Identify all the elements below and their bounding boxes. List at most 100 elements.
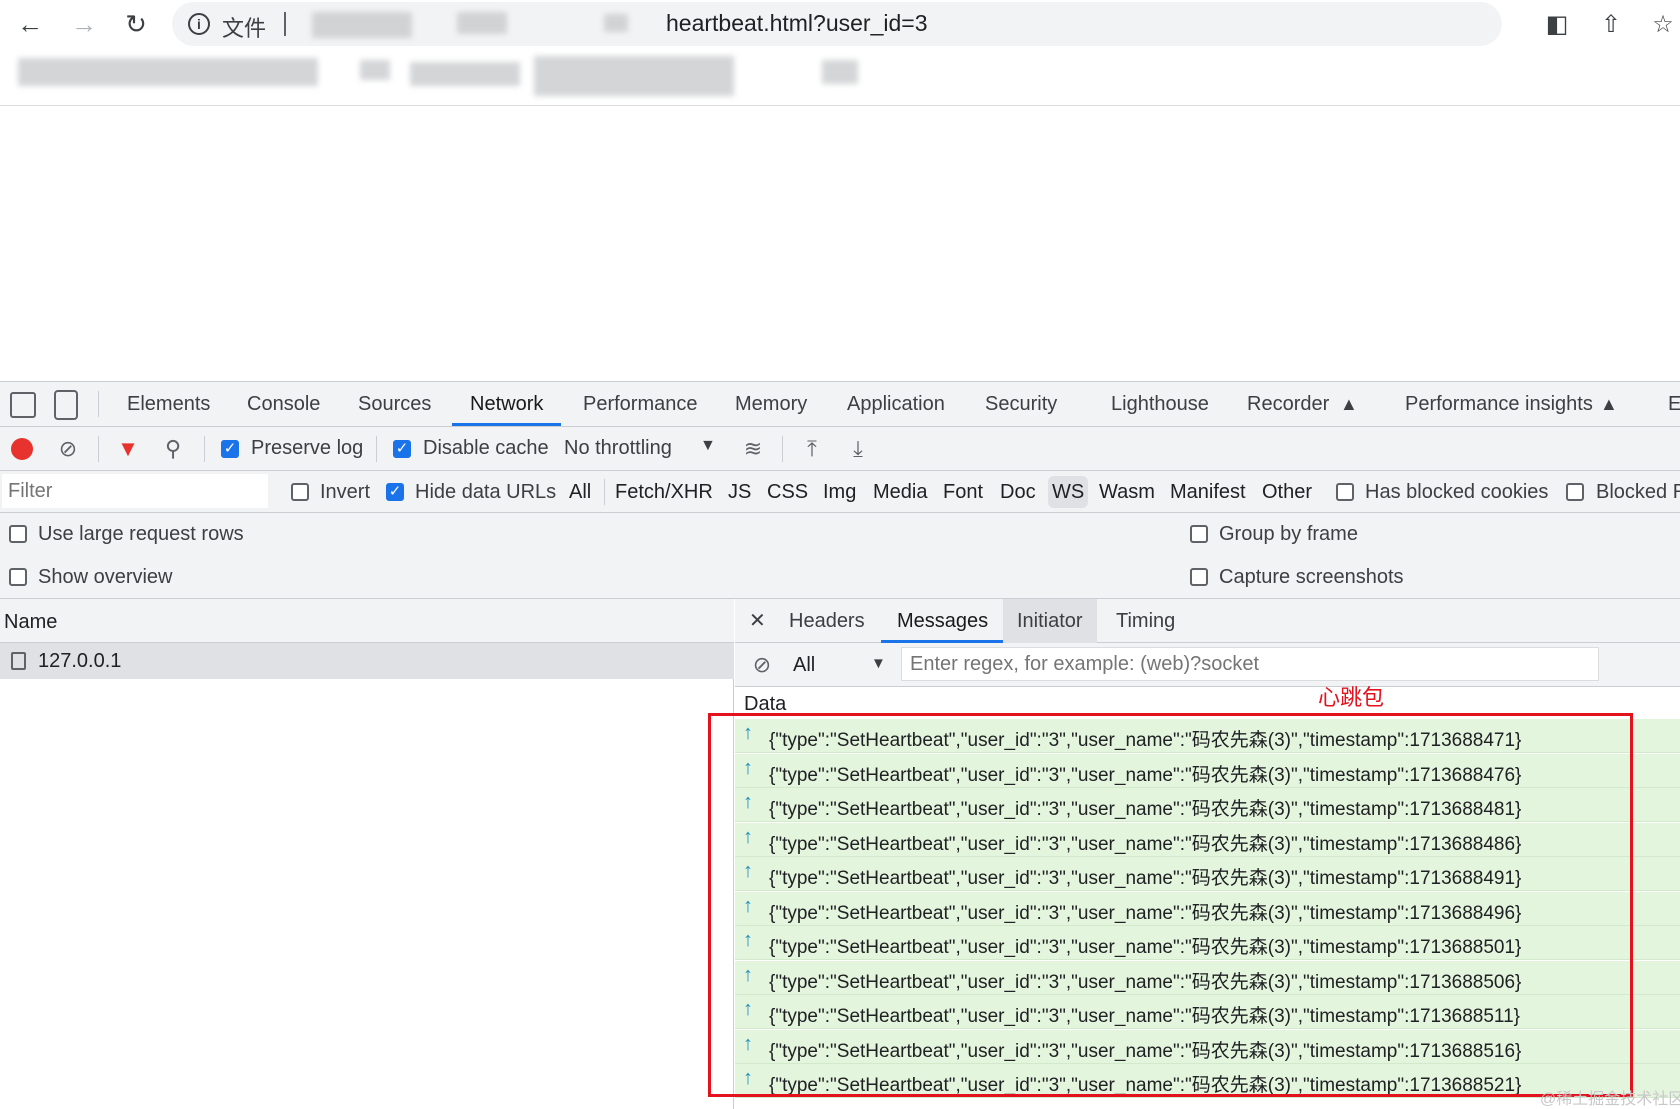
filter-input[interactable] — [2, 474, 268, 508]
toolbar-divider — [98, 436, 99, 462]
message-text: {"type":"SetHeartbeat","user_id":"3","us… — [769, 1006, 1520, 1027]
group-by-frame-checkbox[interactable] — [1190, 525, 1208, 543]
file-scheme-label: 文件 — [222, 16, 267, 41]
message-row[interactable]: ↑ {"type":"SetHeartbeat","user_id":"3","u… — [735, 788, 1680, 822]
detail-tab-bar: ✕ Headers Messages Initiator Timing — [735, 599, 1680, 643]
address-bar[interactable]: i 文件 heartbeat.html?user_id=3 — [172, 2, 1502, 46]
device-toolbar-icon[interactable] — [54, 390, 78, 420]
record-icon[interactable] — [11, 438, 33, 460]
filter-type-img[interactable]: Img — [823, 471, 856, 513]
message-row[interactable]: ↑ {"type":"SetHeartbeat","user_id":"3","u… — [735, 1029, 1680, 1064]
inspect-element-icon[interactable] — [10, 392, 36, 418]
share-icon[interactable]: ⇧ — [1594, 8, 1628, 42]
filter-type-other[interactable]: Other — [1262, 471, 1312, 513]
redacted-bookmarks — [360, 60, 390, 80]
tab-timing[interactable]: Timing — [1116, 599, 1175, 643]
tab-performance[interactable]: Performance — [583, 382, 698, 426]
network-conditions-icon[interactable]: ≋ — [738, 434, 768, 464]
chevron-down-icon[interactable]: ▼ — [700, 437, 716, 455]
forward-icon[interactable]: → — [66, 6, 102, 42]
blocked-requests-checkbox[interactable] — [1566, 483, 1584, 501]
sent-arrow-icon: ↑ — [743, 929, 753, 951]
message-text: {"type":"SetHeartbeat","user_id":"3","us… — [769, 1075, 1522, 1096]
import-har-icon[interactable]: ⤒ — [797, 434, 827, 464]
message-row[interactable]: ↑ {"type":"SetHeartbeat","user_id":"3","u… — [735, 822, 1680, 857]
tab-memory[interactable]: Memory — [735, 382, 807, 426]
filter-type-media[interactable]: Media — [873, 471, 927, 513]
message-row[interactable]: ↑ {"type":"SetHeartbeat","user_id":"3","u… — [735, 926, 1680, 960]
tab-messages[interactable]: Messages — [881, 599, 1005, 643]
translate-icon[interactable]: ◧ — [1540, 8, 1574, 42]
table-row[interactable]: 127.0.0.1 — [0, 643, 734, 679]
disable-cache-checkbox[interactable]: ✓ — [393, 440, 411, 458]
tab-overflow[interactable]: E — [1668, 382, 1680, 426]
tab-network[interactable]: Network — [452, 382, 562, 426]
filter-type-fetch-xhr[interactable]: Fetch/XHR — [615, 471, 713, 513]
chevron-down-icon[interactable]: ▼ — [871, 655, 886, 672]
hide-data-urls-checkbox[interactable]: ✓ — [386, 483, 404, 501]
throttling-select[interactable]: No throttling — [564, 437, 672, 460]
search-icon[interactable]: ⚲ — [158, 434, 188, 464]
message-filter-select[interactable]: All — [793, 654, 815, 677]
large-rows-label: Use large request rows — [38, 523, 244, 545]
filter-type-manifest[interactable]: Manifest — [1170, 471, 1246, 513]
preserve-log-checkbox[interactable]: ✓ — [221, 440, 239, 458]
tab-headers[interactable]: Headers — [789, 599, 865, 643]
back-icon[interactable]: ← — [12, 6, 48, 42]
filter-type-js[interactable]: JS — [728, 471, 751, 513]
tab-console[interactable]: Console — [247, 382, 320, 426]
filter-type-ws[interactable]: WS — [1048, 476, 1089, 508]
request-name: 127.0.0.1 — [38, 650, 122, 672]
redacted-bookmarks — [18, 58, 318, 86]
invert-checkbox[interactable] — [291, 483, 309, 501]
tab-sources[interactable]: Sources — [358, 382, 431, 426]
request-detail-pane: ✕ Headers Messages Initiator Timing ⊘ Al… — [735, 599, 1680, 1109]
capture-screenshots-checkbox[interactable] — [1190, 568, 1208, 586]
reload-icon[interactable]: ↻ — [118, 6, 154, 42]
message-row[interactable]: ↑ {"type":"SetHeartbeat","user_id":"3","u… — [735, 995, 1680, 1029]
large-rows-checkbox[interactable] — [9, 525, 27, 543]
name-column-header[interactable]: Name — [0, 599, 734, 643]
filter-type-all[interactable]: All — [569, 471, 591, 513]
clear-icon[interactable]: ⊘ — [53, 434, 83, 464]
message-row[interactable]: ↑ {"type":"SetHeartbeat","user_id":"3","u… — [735, 960, 1680, 995]
data-header-label: Data — [744, 693, 787, 715]
data-column-header[interactable]: Data — [735, 687, 1680, 719]
filter-type-wasm[interactable]: Wasm — [1099, 471, 1155, 513]
tab-security[interactable]: Security — [985, 382, 1057, 426]
has-blocked-cookies-checkbox[interactable] — [1336, 483, 1354, 501]
address-separator — [284, 12, 286, 36]
tab-lighthouse[interactable]: Lighthouse — [1111, 382, 1209, 426]
filter-icon[interactable]: ▼ — [113, 434, 143, 464]
message-text: {"type":"SetHeartbeat","user_id":"3","us… — [769, 799, 1522, 820]
message-row[interactable]: ↑ {"type":"SetHeartbeat","user_id":"3","u… — [735, 891, 1680, 926]
message-row[interactable]: ↑ {"type":"SetHeartbeat","user_id":"3","u… — [735, 1064, 1680, 1098]
tab-initiator[interactable]: Initiator — [1003, 599, 1097, 643]
sent-arrow-icon: ↑ — [743, 1032, 753, 1055]
preserve-log-label: Preserve log — [251, 437, 364, 459]
tab-recorder[interactable]: Recorder — [1247, 382, 1329, 426]
watermark: @稀土掘金技术社区 — [1540, 1091, 1680, 1108]
regex-filter-input[interactable] — [901, 647, 1599, 681]
filter-type-doc[interactable]: Doc — [1000, 471, 1036, 513]
toolbar-divider — [98, 391, 99, 417]
message-text: {"type":"SetHeartbeat","user_id":"3","us… — [769, 971, 1522, 993]
tab-performance-insights[interactable]: Performance insights — [1405, 382, 1593, 426]
message-row[interactable]: ↑ {"type":"SetHeartbeat","user_id":"3","u… — [735, 857, 1680, 891]
export-har-icon[interactable]: ⤓ — [843, 434, 873, 464]
tab-application[interactable]: Application — [847, 382, 945, 426]
flask-icon: ▲ — [1340, 394, 1358, 414]
clear-messages-icon[interactable]: ⊘ — [747, 650, 777, 680]
bookmark-star-icon[interactable]: ☆ — [1646, 8, 1680, 42]
message-row[interactable]: ↑ {"type":"SetHeartbeat","user_id":"3","u… — [735, 753, 1680, 788]
group-by-frame-label: Group by frame — [1219, 523, 1358, 545]
filter-type-font[interactable]: Font — [943, 471, 983, 513]
message-row[interactable]: ↑ {"type":"SetHeartbeat","user_id":"3","u… — [735, 719, 1680, 753]
close-icon[interactable]: ✕ — [749, 599, 766, 643]
filter-type-css[interactable]: CSS — [767, 471, 808, 513]
info-icon[interactable]: i — [188, 13, 210, 35]
show-overview-checkbox[interactable] — [9, 568, 27, 586]
has-blocked-cookies-label: Has blocked cookies — [1365, 481, 1549, 503]
tab-elements[interactable]: Elements — [127, 382, 210, 426]
toolbar-divider — [376, 436, 377, 462]
